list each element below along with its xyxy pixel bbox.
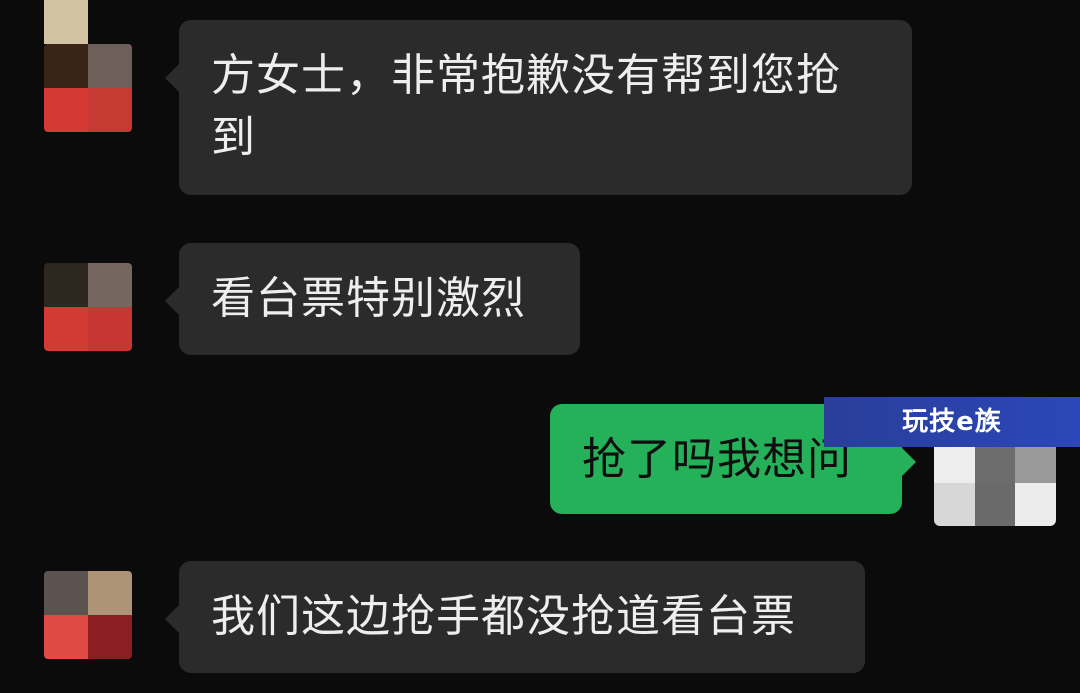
self-avatar[interactable]	[934, 440, 1056, 526]
message-bubble-incoming[interactable]: 我们这边抢手都没抢道看台票	[165, 561, 865, 673]
watermark-text: 玩技e族	[902, 407, 1002, 437]
message-text: 看台票特别激烈	[211, 273, 526, 324]
watermark-logo: 玩技e族	[824, 397, 1080, 447]
contact-avatar[interactable]	[44, 263, 132, 351]
message-text: 抢了吗我想问	[582, 434, 852, 485]
avatar-fragment	[44, 0, 88, 44]
contact-avatar[interactable]	[44, 44, 132, 132]
message-text: 我们这边抢手都没抢道看台票	[211, 591, 796, 642]
contact-avatar[interactable]	[44, 571, 132, 659]
message-bubble-incoming[interactable]: 方女士，非常抱歉没有帮到您抢到	[165, 20, 912, 195]
message-text: 方女士，非常抱歉没有帮到您抢到	[211, 50, 841, 163]
message-bubble-incoming[interactable]: 看台票特别激烈	[165, 243, 580, 355]
